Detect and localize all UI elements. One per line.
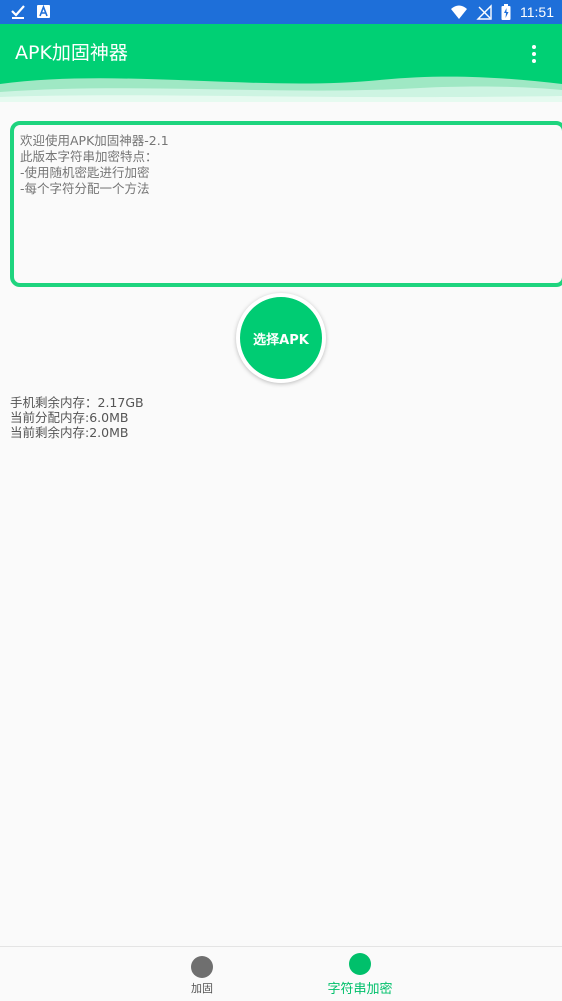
nav-label-string-encrypt: 字符串加密 (327, 982, 393, 997)
circle-icon (349, 953, 371, 975)
status-time: 11:51 (520, 4, 554, 20)
app-bar: APK加固神器 (0, 24, 562, 102)
nav-item-string-encrypt[interactable]: 字符串加密 (320, 947, 400, 1001)
circle-icon (191, 956, 213, 978)
memory-line: 手机剩余内存：2.17GB (10, 395, 144, 410)
info-line: 欢迎使用APK加固神器-2.1 (20, 133, 169, 148)
info-line: -每个字符分配一个方法 (20, 181, 150, 196)
nav-item-harden[interactable]: 加固 (181, 947, 223, 1001)
bottom-nav: 加固 字符串加密 (0, 946, 562, 1001)
battery-icon (500, 3, 512, 21)
memory-info: 手机剩余内存：2.17GB 当前分配内存:6.0MB 当前剩余内存:2.0MB (10, 395, 144, 440)
status-bar-left (10, 3, 52, 21)
info-text-area[interactable]: 欢迎使用APK加固神器-2.1 此版本字符串加密特点： -使用随机密匙进行加密 … (10, 121, 562, 287)
a-badge-icon (36, 3, 52, 21)
memory-line: 当前剩余内存:2.0MB (10, 425, 129, 440)
memory-line: 当前分配内存:6.0MB (10, 410, 129, 425)
app-title: APK加固神器 (15, 42, 128, 64)
check-download-icon (10, 3, 26, 21)
header-wave-decoration (0, 76, 562, 102)
info-line: -使用随机密匙进行加密 (20, 165, 150, 180)
select-apk-button[interactable]: 选择APK (236, 293, 326, 383)
nav-label-harden: 加固 (191, 982, 213, 995)
status-bar-right: 11:51 (450, 2, 554, 22)
info-line: 此版本字符串加密特点： (20, 149, 158, 164)
overflow-menu-icon[interactable] (524, 42, 544, 66)
wifi-icon (450, 3, 468, 21)
no-signal-icon (476, 3, 492, 21)
status-bar: 11:51 (0, 0, 562, 24)
select-apk-label: 选择APK (253, 332, 309, 348)
